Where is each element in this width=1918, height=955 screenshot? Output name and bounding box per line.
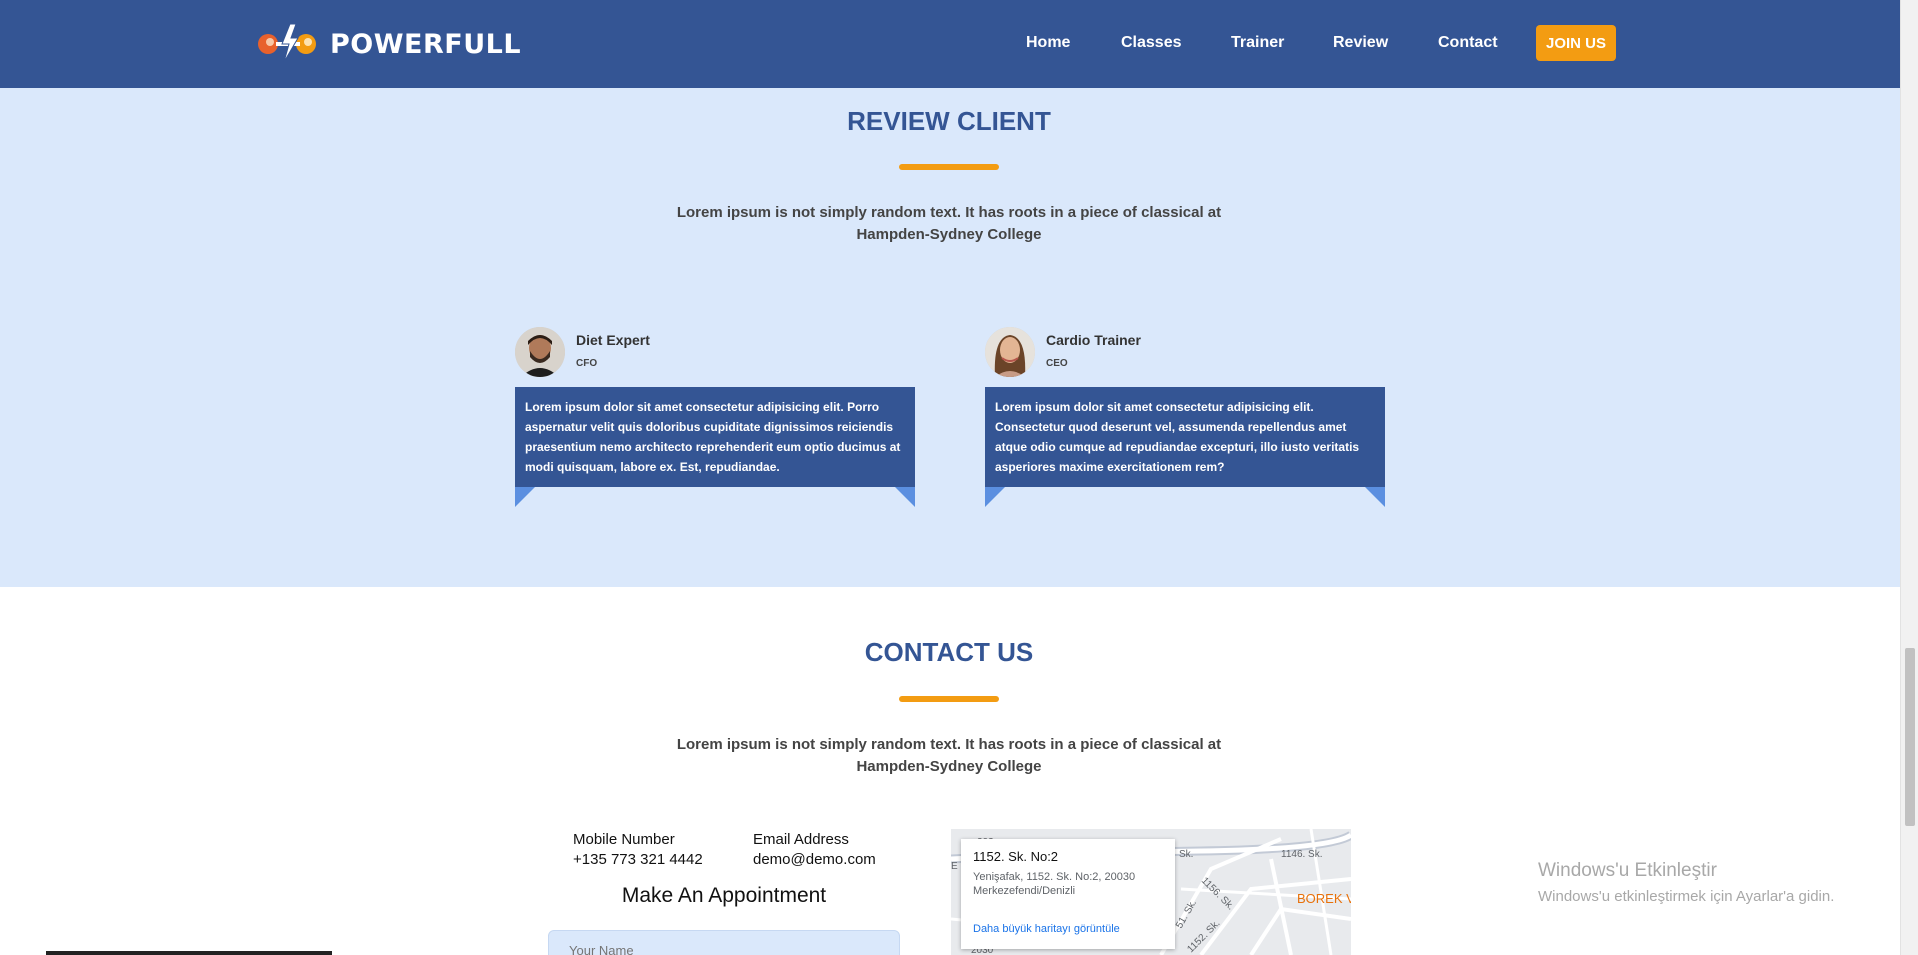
dumbbell-bolt-icon xyxy=(256,22,324,66)
review-section: REVIEW CLIENT Lorem ipsum is not simply … xyxy=(0,88,1900,587)
name-input[interactable] xyxy=(548,930,900,955)
mobile-label: Mobile Number xyxy=(573,831,675,848)
review-text: Lorem ipsum dolor sit amet consectetur a… xyxy=(985,387,1385,487)
avatar xyxy=(515,327,565,377)
scrollbar-thumb[interactable] xyxy=(1905,648,1915,826)
reviewer-name: Cardio Trainer xyxy=(1046,332,1141,348)
mobile-value[interactable]: +135 773 321 4442 xyxy=(573,850,703,870)
ribbon-right xyxy=(1365,487,1385,507)
email-value[interactable]: demo@demo.com xyxy=(753,850,876,870)
street-label: E xyxy=(951,861,958,872)
email-info: Email Address demo@demo.com xyxy=(753,830,876,870)
contact-title: CONTACT US xyxy=(864,637,1034,667)
contact-subtitle: Lorem ipsum is not simply random text. I… xyxy=(676,736,1222,775)
appointment-title: Make An Appointment xyxy=(621,884,827,907)
nav-review[interactable]: Review xyxy=(1333,34,1388,52)
ribbon-left xyxy=(985,487,1005,507)
map-poi-label[interactable]: BOREK V xyxy=(1297,891,1351,906)
email-label: Email Address xyxy=(753,831,849,848)
nav-trainer[interactable]: Trainer xyxy=(1231,34,1284,52)
windows-activation-overlay: Windows'u Etkinleştir Windows'u etkinleş… xyxy=(1538,860,1834,905)
larger-map-link[interactable]: Daha büyük haritayı görüntüle xyxy=(973,923,1120,935)
join-us-button[interactable]: JOIN US xyxy=(1536,25,1616,61)
nav-classes[interactable]: Classes xyxy=(1121,34,1182,52)
contact-title-underline xyxy=(899,696,999,702)
review-title-underline xyxy=(899,164,999,170)
street-label: Sk. xyxy=(1179,849,1193,860)
review-title: REVIEW CLIENT xyxy=(847,106,1051,136)
nav-home[interactable]: Home xyxy=(1026,34,1070,52)
ribbon-right xyxy=(895,487,915,507)
avatar xyxy=(985,327,1035,377)
map-address-line: Yenişafak, 1152. Sk. No:2, 20030 xyxy=(973,871,1136,883)
brand-name: POWERFULL xyxy=(330,28,522,60)
map-embed[interactable]: 1146. Sk. 1156. Sk. Sk. 51. Sk. 1152. Sk… xyxy=(951,829,1351,955)
page-scrollbar[interactable] xyxy=(1900,0,1918,955)
map-place-card: 1152. Sk. No:2 Yenişafak, 1152. Sk. No:2… xyxy=(961,839,1175,949)
mobile-info: Mobile Number +135 773 321 4442 xyxy=(573,830,703,870)
bottom-strip xyxy=(46,951,332,955)
site-header: POWERFULL Home Classes Trainer Review Co… xyxy=(0,0,1900,88)
activation-hint: Windows'u etkinleştirmek için Ayarlar'a … xyxy=(1538,888,1835,905)
map-place-title: 1152. Sk. No:2 xyxy=(973,849,1059,864)
map-address-line: Merkezefendi/Denizli xyxy=(973,885,1076,897)
review-text: Lorem ipsum dolor sit amet consectetur a… xyxy=(515,387,915,487)
street-label: 1146. Sk. xyxy=(1281,849,1323,860)
brand-logo[interactable]: POWERFULL xyxy=(256,22,521,66)
activation-title: Windows'u Etkinleştir xyxy=(1538,860,1717,881)
reviewer-role: CFO xyxy=(576,358,598,369)
review-subtitle: Lorem ipsum is not simply random text. I… xyxy=(676,204,1222,243)
ribbon-left xyxy=(515,487,535,507)
reviewer-role: CEO xyxy=(1046,358,1068,369)
reviewer-name: Diet Expert xyxy=(576,332,650,348)
nav-contact[interactable]: Contact xyxy=(1438,34,1498,52)
